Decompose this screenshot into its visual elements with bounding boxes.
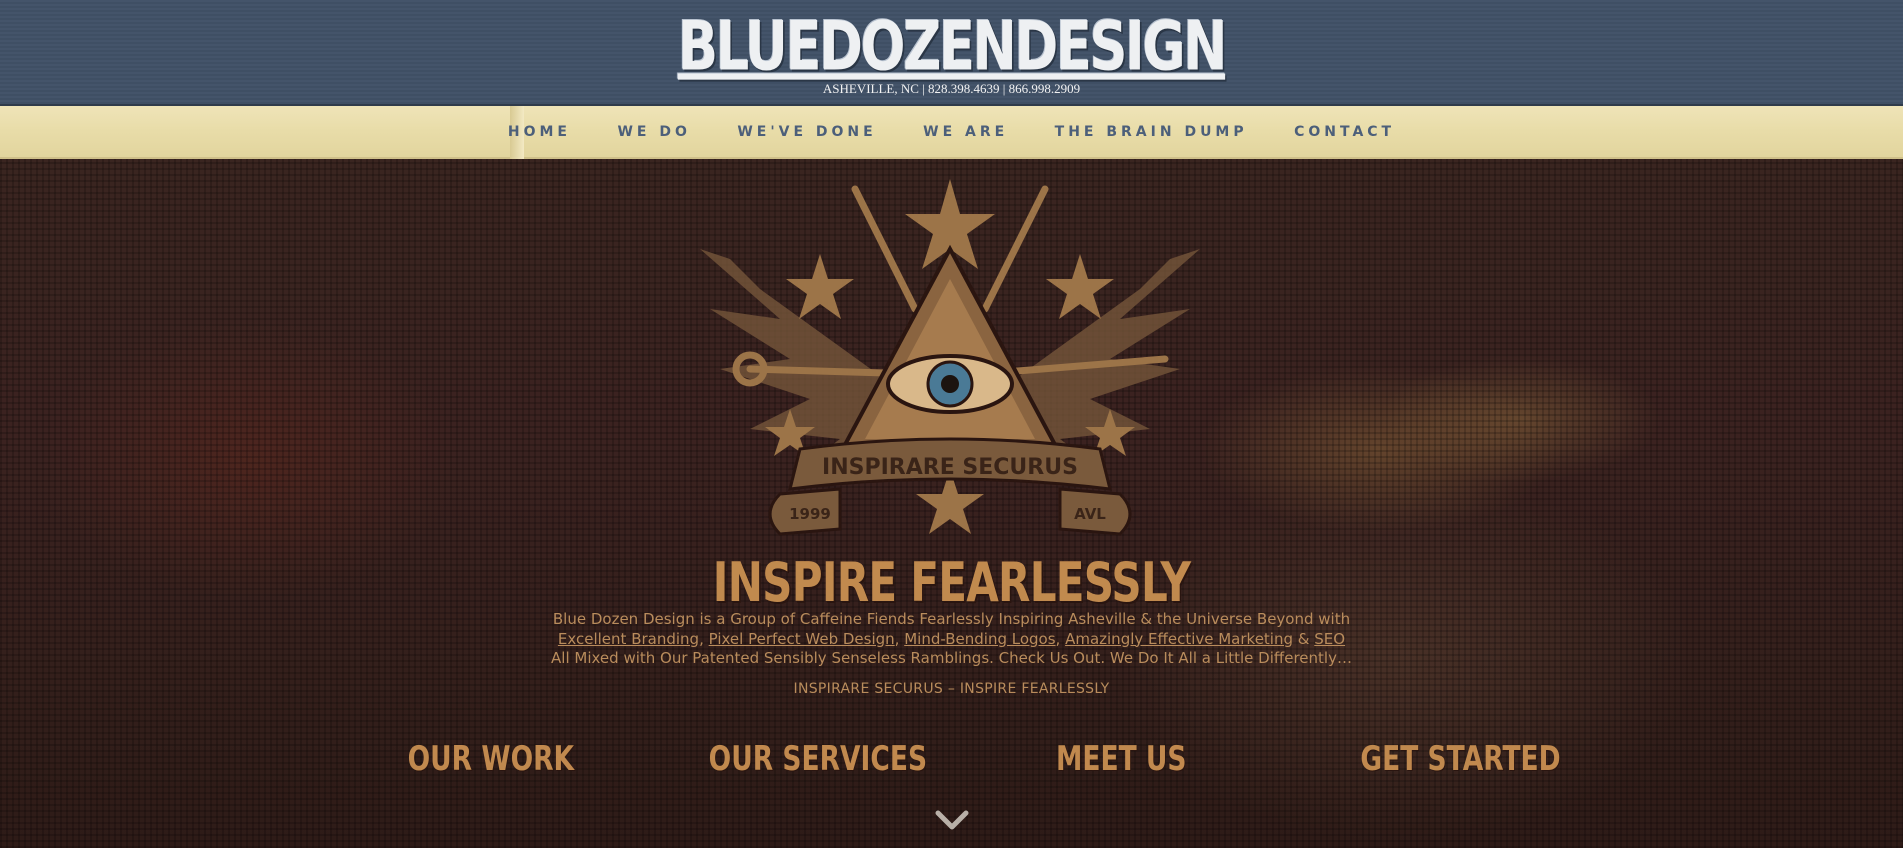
hero-section: INSPIRARE SECURUS 1999 AVL INSPIRE FEARL… bbox=[0, 159, 1903, 848]
our-work-link[interactable]: OUR WORK bbox=[408, 739, 575, 779]
nav-contact[interactable]: CONTACT bbox=[1294, 124, 1395, 140]
seo-link[interactable]: SEO bbox=[1314, 630, 1345, 648]
contact-info: ASHEVILLE, NC | 828.398.4639 | 866.998.2… bbox=[822, 81, 1081, 96]
nav-we-do[interactable]: WE DO bbox=[617, 124, 690, 140]
eye-pyramid-emblem: INSPIRARE SECURUS 1999 AVL bbox=[700, 179, 1200, 536]
banner-text: INSPIRARE SECURUS bbox=[822, 455, 1078, 480]
nav-brain-dump[interactable]: THE BRAIN DUMP bbox=[1055, 124, 1248, 140]
intro-line-1: Blue Dozen Design is a Group of Caffeine… bbox=[552, 610, 1351, 628]
nav-we-are[interactable]: WE ARE bbox=[923, 124, 1008, 140]
hero-tagline: INSPIRARE SECURUS – INSPIRE FEARLESSLY bbox=[793, 681, 1110, 697]
chevron-down-icon[interactable] bbox=[935, 809, 969, 831]
ampersand-text: & bbox=[1297, 629, 1310, 648]
nav-weve-done[interactable]: WE'VE DONE bbox=[737, 124, 876, 140]
nav-home[interactable]: HOME bbox=[508, 124, 571, 140]
site-logo[interactable]: BLUEDOZENDESIGN bbox=[190, 7, 1712, 86]
web-design-link[interactable]: Pixel Perfect Web Design bbox=[709, 630, 895, 648]
pyramid-graphic bbox=[836, 244, 1064, 456]
intro-line-3: All Mixed with Our Patented Sensibly Sen… bbox=[551, 649, 1352, 667]
eye-graphic bbox=[886, 354, 1014, 414]
main-nav: HOME WE DO WE'VE DONE WE ARE THE BRAIN D… bbox=[0, 106, 1903, 159]
intro-links-line: Excellent Branding, Pixel Perfect Web De… bbox=[557, 629, 1346, 648]
our-services-link[interactable]: OUR SERVICES bbox=[709, 739, 927, 779]
get-started-link[interactable]: GET STARTED bbox=[1360, 739, 1560, 779]
year-left-text: 1999 bbox=[789, 505, 831, 523]
year-right-text: AVL bbox=[1074, 505, 1106, 523]
hero-intro: Blue Dozen Design is a Group of Caffeine… bbox=[0, 610, 1903, 669]
marketing-link[interactable]: Amazingly Effective Marketing bbox=[1065, 630, 1293, 648]
branding-link[interactable]: Excellent Branding bbox=[558, 630, 699, 648]
site-header: BLUEDOZENDESIGN ASHEVILLE, NC | 828.398.… bbox=[0, 0, 1903, 106]
hero-headline: INSPIRE FEARLESSLY bbox=[712, 551, 1191, 614]
meet-us-link[interactable]: MEET US bbox=[1056, 739, 1187, 779]
logos-link[interactable]: Mind-Bending Logos bbox=[904, 630, 1055, 648]
